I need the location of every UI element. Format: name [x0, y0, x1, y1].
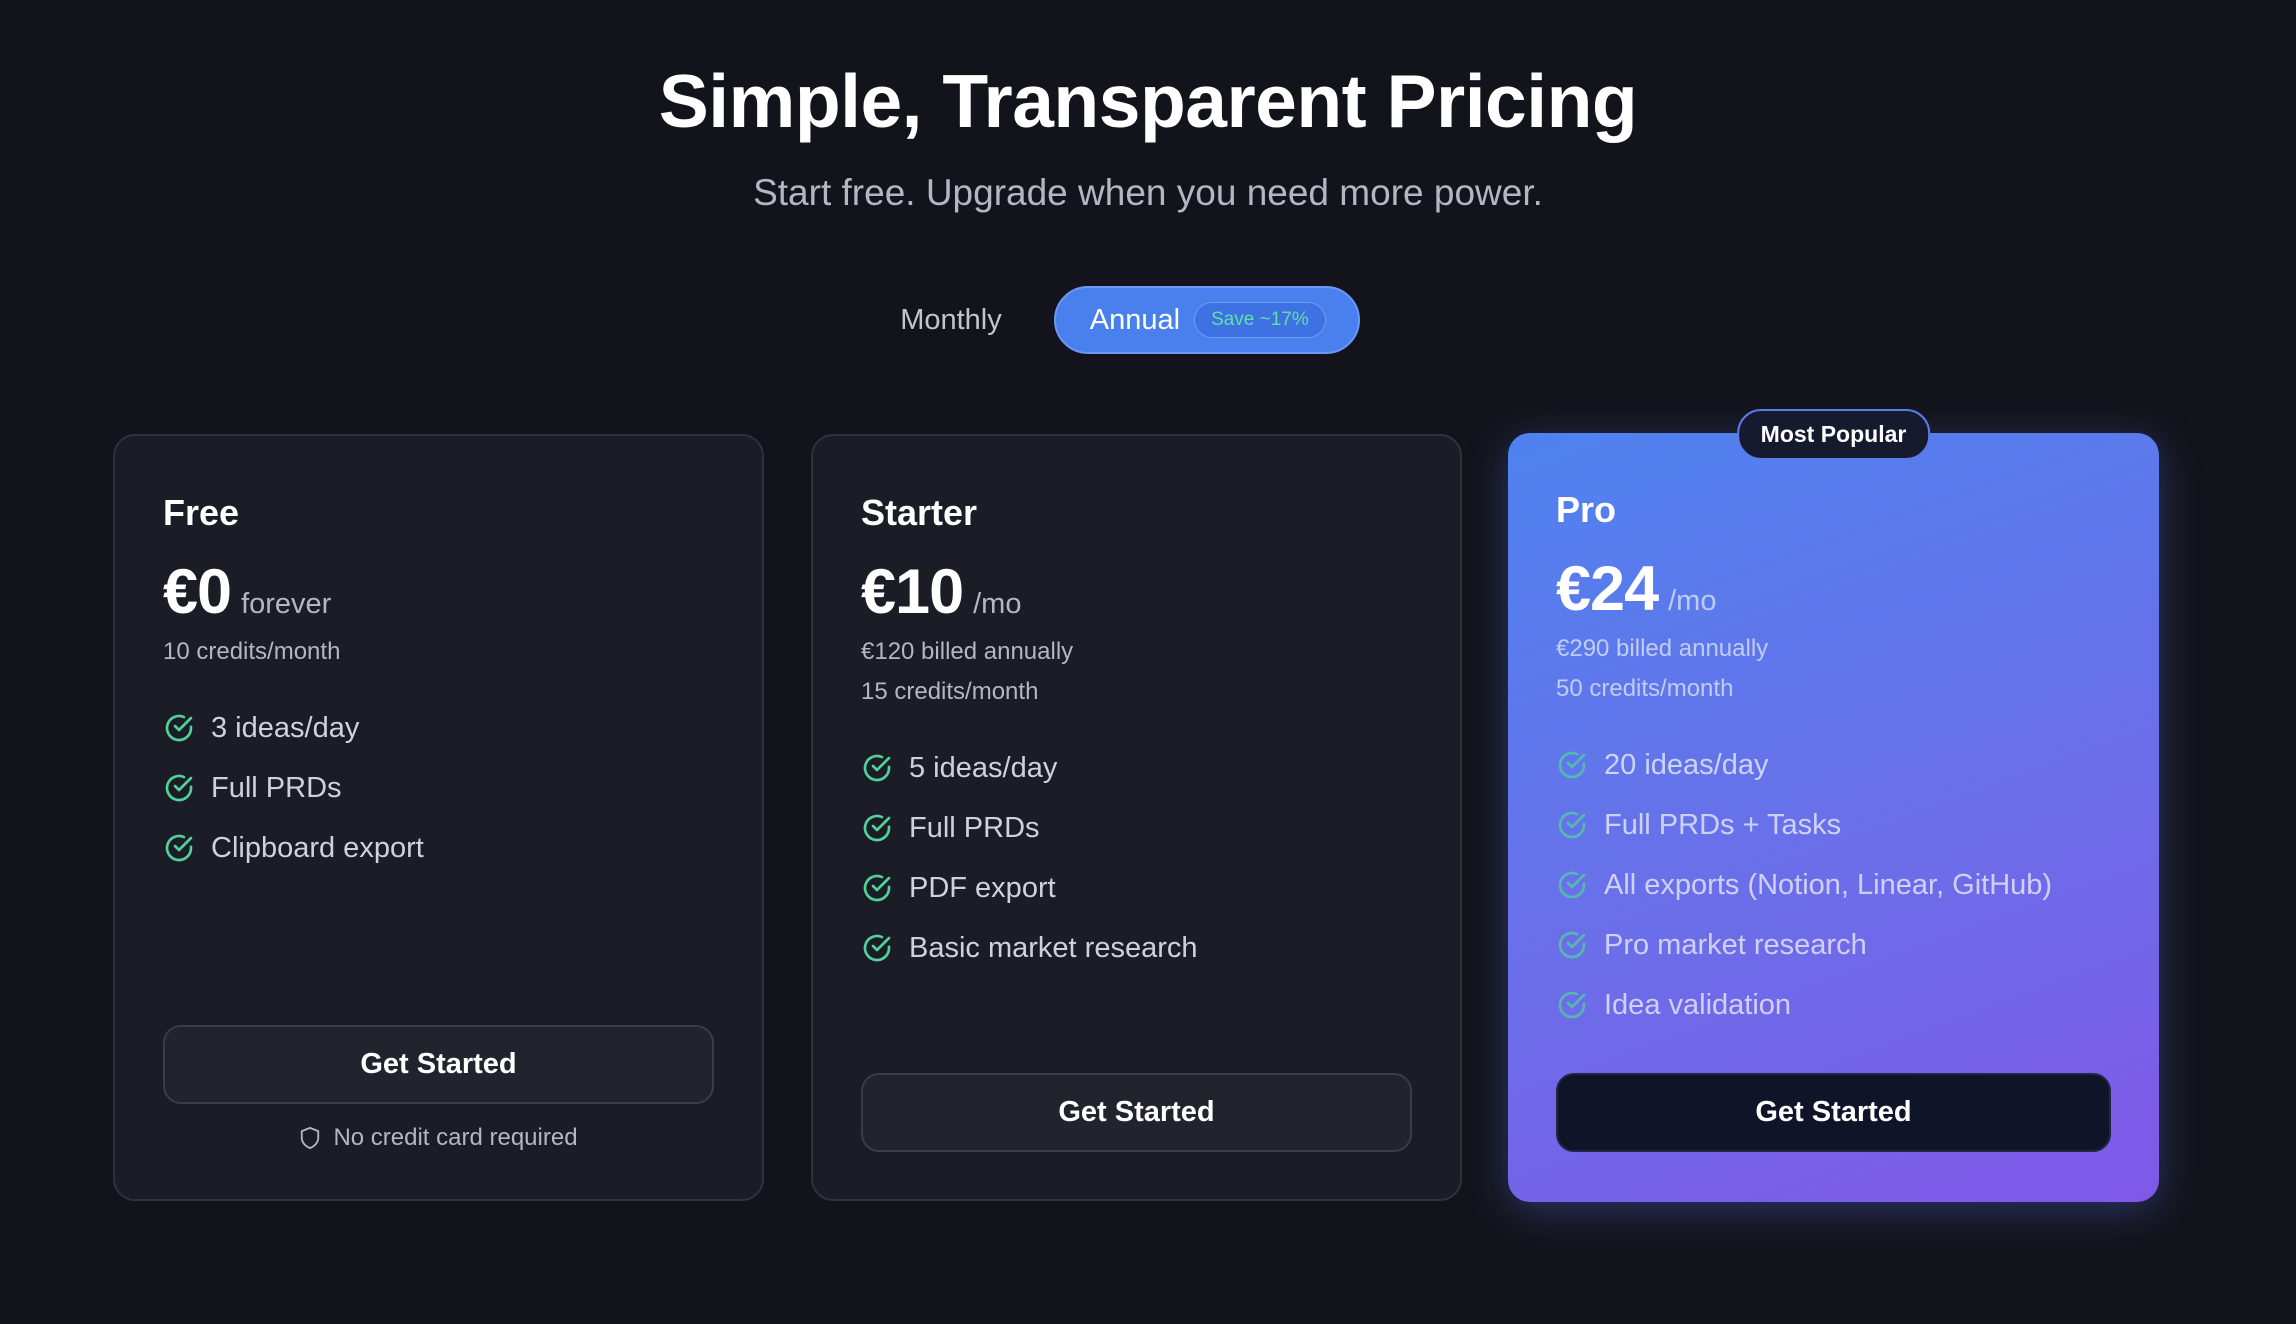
plan-period: /mo — [973, 588, 1022, 620]
feature-label: 5 ideas/day — [909, 751, 1058, 784]
feature-item: Pro market research — [1556, 915, 2111, 975]
price-row: €0 forever — [163, 556, 714, 628]
feature-item: Full PRDs + Tasks — [1556, 795, 2111, 855]
plan-price: €10 — [861, 557, 964, 627]
check-circle-icon — [1558, 991, 1586, 1019]
feature-label: Idea validation — [1604, 988, 1792, 1021]
get-started-button-starter[interactable]: Get Started — [861, 1073, 1412, 1152]
billing-toggle: Monthly Annual Save ~17% — [0, 286, 2296, 354]
get-started-button-pro[interactable]: Get Started — [1556, 1073, 2111, 1152]
feature-label: All exports (Notion, Linear, GitHub) — [1604, 868, 2053, 901]
feature-label: Full PRDs + Tasks — [1604, 808, 1842, 841]
page-title: Simple, Transparent Pricing — [658, 59, 1638, 143]
feature-item: All exports (Notion, Linear, GitHub) — [1556, 855, 2111, 915]
shield-icon — [301, 1126, 320, 1149]
most-popular-badge: Most Popular — [1736, 409, 1931, 460]
monthly-toggle-button[interactable]: Monthly — [900, 304, 1002, 337]
check-circle-icon — [1558, 931, 1586, 959]
feature-label: Basic market research — [909, 931, 1198, 964]
plan-name: Free — [163, 492, 240, 533]
feature-item: 20 ideas/day — [1556, 735, 2111, 795]
feature-label: 3 ideas/day — [211, 711, 360, 744]
plan-credits: 10 credits/month — [163, 638, 341, 665]
get-started-button-free[interactable]: Get Started — [163, 1025, 714, 1104]
check-circle-icon — [1558, 871, 1586, 899]
plan-price: €24 — [1556, 554, 1659, 624]
annual-label: Annual — [1089, 303, 1181, 336]
plan-card-starter: Starter €10 /mo €120 billed annually 15 … — [811, 434, 1462, 1201]
plan-credits: 50 credits/month — [1556, 675, 1734, 702]
check-circle-icon — [165, 714, 193, 742]
price-row: €24 /mo — [1556, 553, 2111, 625]
feature-label: Clipboard export — [211, 831, 424, 864]
check-circle-icon — [1558, 811, 1586, 839]
check-circle-icon — [863, 754, 891, 782]
feature-item: 5 ideas/day — [861, 738, 1412, 798]
feature-item: Full PRDs — [861, 798, 1412, 858]
check-circle-icon — [863, 934, 891, 962]
plan-billing: €290 billed annually — [1556, 635, 1769, 662]
page-subtitle: Start free. Upgrade when you need more p… — [753, 172, 1543, 213]
plan-billing: €120 billed annually — [861, 638, 1074, 665]
check-circle-icon — [863, 874, 891, 902]
plan-price: €0 — [163, 557, 232, 627]
feature-list: 20 ideas/day Full PRDs + Tasks All expor… — [1556, 735, 2111, 1035]
plan-card-free: Free €0 forever 10 credits/month 3 ideas… — [113, 434, 764, 1201]
check-circle-icon — [165, 774, 193, 802]
feature-item: Full PRDs — [163, 758, 714, 818]
feature-item: Idea validation — [1556, 975, 2111, 1035]
note-text: No credit card required — [333, 1124, 578, 1151]
check-circle-icon — [863, 814, 891, 842]
feature-item: Basic market research — [861, 918, 1412, 978]
feature-label: Full PRDs — [909, 811, 1040, 844]
feature-list: 5 ideas/day Full PRDs PDF export Basic m… — [861, 738, 1412, 978]
feature-label: Pro market research — [1604, 928, 1867, 961]
plan-name: Starter — [861, 492, 978, 533]
feature-label: 20 ideas/day — [1604, 748, 1769, 781]
plan-period: forever — [241, 588, 332, 620]
price-row: €10 /mo — [861, 556, 1412, 628]
feature-label: Full PRDs — [211, 771, 342, 804]
save-badge: Save ~17% — [1194, 302, 1326, 338]
plan-card-pro: Most Popular Pro €24 /mo €290 billed ann… — [1508, 409, 2159, 1202]
feature-item: Clipboard export — [163, 818, 714, 878]
plan-credits: 15 credits/month — [861, 678, 1039, 705]
plan-name: Pro — [1556, 489, 1617, 530]
feature-item: 3 ideas/day — [163, 698, 714, 758]
check-circle-icon — [165, 834, 193, 862]
annual-toggle-button[interactable]: Annual Save ~17% — [1053, 286, 1360, 354]
no-credit-card-note: No credit card required — [115, 1124, 762, 1152]
feature-item: PDF export — [861, 858, 1412, 918]
feature-list: 3 ideas/day Full PRDs Clipboard export — [163, 698, 714, 878]
plan-period: /mo — [1668, 585, 1717, 617]
check-circle-icon — [1558, 751, 1586, 779]
feature-label: PDF export — [909, 871, 1056, 904]
